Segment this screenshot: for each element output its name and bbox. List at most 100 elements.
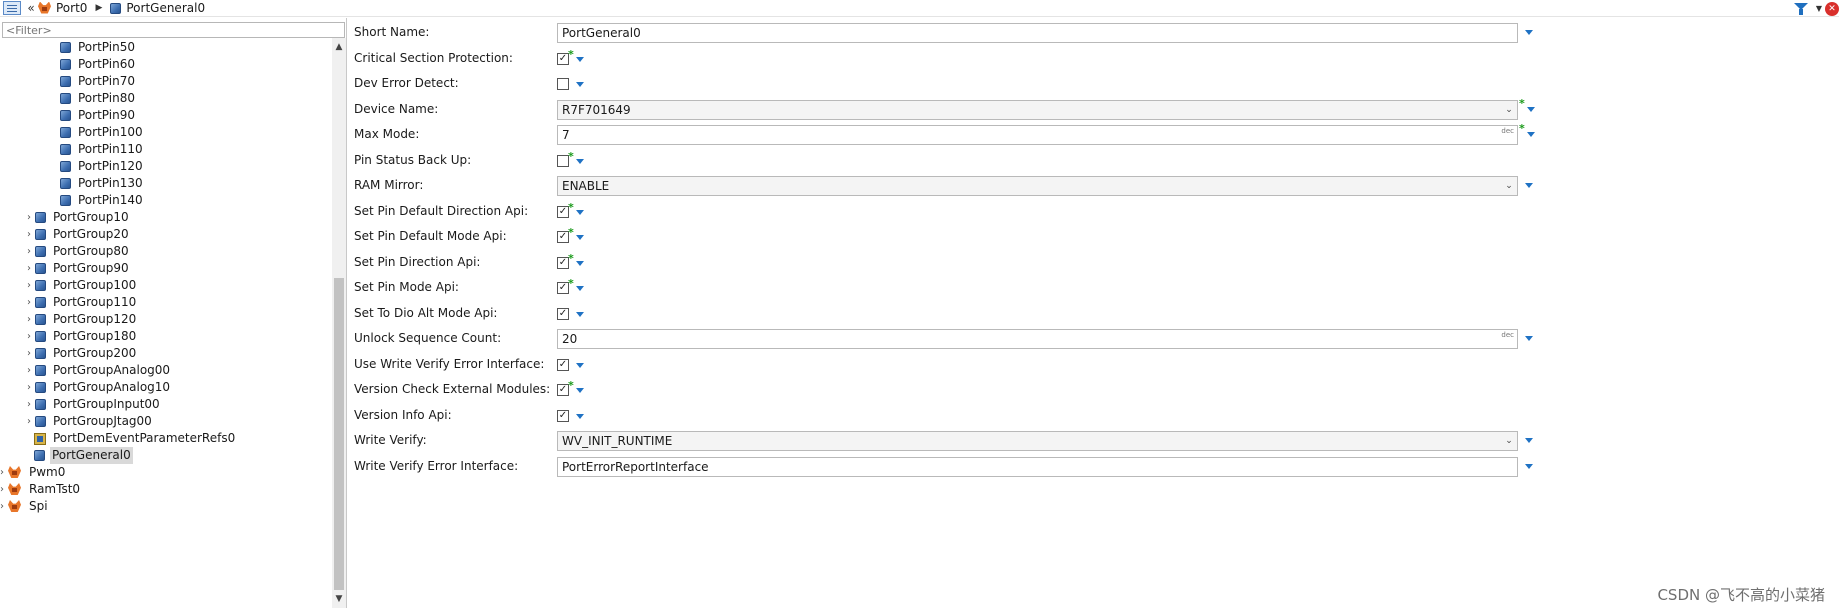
scroll-up-button[interactable]: ▲	[332, 40, 346, 54]
options-dropdown-icon[interactable]	[576, 362, 584, 368]
expand-chevron-icon[interactable]: ›	[23, 399, 35, 410]
chevron-down-icon[interactable]: ⌄	[1501, 432, 1517, 450]
options-dropdown-icon[interactable]	[576, 311, 584, 317]
tree-item[interactable]: PortDemEventParameterRefs0	[22, 430, 237, 447]
field-label: Write Verify Error Interface:	[354, 458, 519, 473]
breadcrumb-item-portgeneral0[interactable]: PortGeneral0	[110, 0, 205, 17]
field-value: PortErrorReportInterface	[562, 459, 709, 474]
checkbox[interactable]	[557, 78, 569, 90]
expand-chevron-icon[interactable]: ›	[23, 212, 35, 223]
chevron-down-icon[interactable]: ⌄	[1501, 101, 1517, 119]
tree-item[interactable]: › PortGroupInput00	[23, 396, 162, 413]
options-dropdown-icon[interactable]	[576, 158, 584, 164]
tree-item[interactable]: PortPin130	[48, 175, 145, 192]
tree-item[interactable]: PortPin100	[48, 124, 145, 141]
container-icon	[35, 297, 46, 308]
options-dropdown-icon[interactable]	[1525, 30, 1533, 35]
select-dropdown[interactable]: WV_INIT_RUNTIME ⌄	[557, 431, 1518, 451]
tree-item[interactable]: › PortGroupAnalog00	[23, 362, 172, 379]
options-dropdown-icon[interactable]	[1525, 438, 1533, 443]
options-dropdown-icon[interactable]	[576, 413, 584, 419]
text-field[interactable]: PortGeneral0	[557, 23, 1518, 43]
toolbar-right: ▼ ✕	[1793, 0, 1839, 17]
tree-item-label: PortGroup80	[53, 244, 129, 258]
selected-value: ENABLE	[562, 179, 610, 193]
expand-chevron-icon[interactable]: ›	[23, 416, 35, 427]
tree-item-label: Pwm0	[29, 465, 66, 479]
expand-chevron-icon[interactable]: ›	[0, 501, 8, 512]
options-dropdown-icon[interactable]	[1525, 183, 1533, 188]
expand-chevron-icon[interactable]: ›	[23, 331, 35, 342]
breadcrumb-item-port0[interactable]: Port0	[38, 0, 87, 17]
chevron-down-icon[interactable]: ⌄	[1501, 177, 1517, 195]
options-dropdown-icon[interactable]	[1525, 336, 1533, 341]
number-field[interactable]: 20 dec	[557, 329, 1518, 349]
text-field[interactable]: PortErrorReportInterface	[557, 456, 1518, 477]
form-row: Unlock Sequence Count: 20 dec	[348, 326, 1839, 351]
select-dropdown[interactable]: R7F701649 ⌄	[557, 99, 1518, 120]
tree-item[interactable]: PortPin60	[48, 56, 137, 73]
tree-item[interactable]: › PortGroupJtag00	[23, 413, 154, 430]
tree-item[interactable]: › PortGroup100	[23, 277, 138, 294]
tree-item[interactable]: › PortGroup80	[23, 243, 131, 260]
expand-chevron-icon[interactable]: ›	[23, 365, 35, 376]
checkbox[interactable]: ✓	[557, 409, 569, 422]
options-dropdown-icon[interactable]	[576, 209, 584, 215]
tree-item[interactable]: PortPin110	[48, 141, 145, 158]
filter-dropdown-button[interactable]: ▼	[1813, 4, 1825, 13]
options-dropdown-icon[interactable]	[576, 235, 584, 240]
tree-item[interactable]: PortPin120	[48, 158, 145, 175]
select-dropdown[interactable]: ENABLE ⌄	[557, 176, 1518, 196]
expand-chevron-icon[interactable]: ›	[23, 280, 35, 291]
options-dropdown-icon[interactable]	[1525, 463, 1533, 469]
tree-item[interactable]: PortPin70	[48, 73, 137, 90]
options-dropdown-icon[interactable]	[576, 56, 584, 62]
expand-chevron-icon[interactable]: ›	[23, 229, 35, 240]
checkbox[interactable]: ✓	[557, 358, 569, 371]
tree-scrollbar[interactable]: ▲ ▼	[332, 38, 346, 608]
number-field[interactable]: 7 dec	[557, 125, 1518, 145]
checkbox[interactable]: ✓	[557, 307, 569, 320]
tree-item[interactable]: › PortGroup20	[23, 226, 131, 243]
view-toggle-button[interactable]	[0, 0, 24, 17]
expand-chevron-icon[interactable]: ›	[23, 314, 35, 325]
tree-item[interactable]: PortPin140	[48, 192, 145, 209]
tree-item[interactable]: › PortGroupAnalog10	[23, 379, 172, 396]
expand-chevron-icon[interactable]: ›	[23, 297, 35, 308]
tree-item[interactable]: › RamTst0	[0, 481, 82, 498]
scroll-down-button[interactable]: ▼	[332, 592, 346, 606]
tree-item[interactable]: PortPin50	[48, 39, 137, 56]
unit-label: dec	[1501, 331, 1514, 339]
options-dropdown-icon[interactable]	[1527, 106, 1535, 112]
tree-item[interactable]: › PortGroup10	[23, 209, 131, 226]
options-dropdown-icon[interactable]	[576, 260, 584, 266]
tree-item[interactable]: › PortGroup180	[23, 328, 138, 345]
options-dropdown-icon[interactable]	[576, 82, 584, 87]
expand-chevron-icon[interactable]: ›	[0, 484, 8, 495]
expand-chevron-icon[interactable]: ›	[23, 348, 35, 359]
options-dropdown-icon[interactable]	[1527, 132, 1535, 137]
scrollbar-thumb[interactable]	[334, 278, 344, 590]
expand-chevron-icon[interactable]: ›	[0, 467, 8, 478]
filter-input[interactable]	[2, 22, 345, 38]
expand-chevron-icon[interactable]: ›	[23, 246, 35, 257]
tree-item[interactable]: › PortGroup90	[23, 260, 131, 277]
expand-chevron-icon[interactable]: ›	[23, 263, 35, 274]
options-dropdown-icon[interactable]	[576, 286, 584, 291]
back-button[interactable]: «	[24, 0, 38, 17]
tree-item[interactable]: › PortGroup120	[23, 311, 138, 328]
tree-item[interactable]: PortPin90	[48, 107, 137, 124]
tree-item[interactable]: PortPin80	[48, 90, 137, 107]
funnel-icon[interactable]	[1793, 2, 1809, 16]
form-row: Write Verify: WV_INIT_RUNTIME ⌄	[348, 428, 1839, 453]
options-dropdown-icon[interactable]	[576, 388, 584, 393]
expand-chevron-icon[interactable]: ›	[23, 382, 35, 393]
form-row: Critical Section Protection: ✓ *	[348, 46, 1839, 71]
module-icon	[8, 500, 22, 513]
tree-item[interactable]: › Pwm0	[0, 464, 67, 481]
close-icon[interactable]: ✕	[1825, 1, 1839, 16]
tree-item[interactable]: › PortGroup110	[23, 294, 138, 311]
tree-item[interactable]: › Spi	[0, 498, 50, 515]
tree-item[interactable]: › PortGroup200	[23, 345, 138, 362]
tree-item[interactable]: PortGeneral0	[22, 447, 133, 464]
